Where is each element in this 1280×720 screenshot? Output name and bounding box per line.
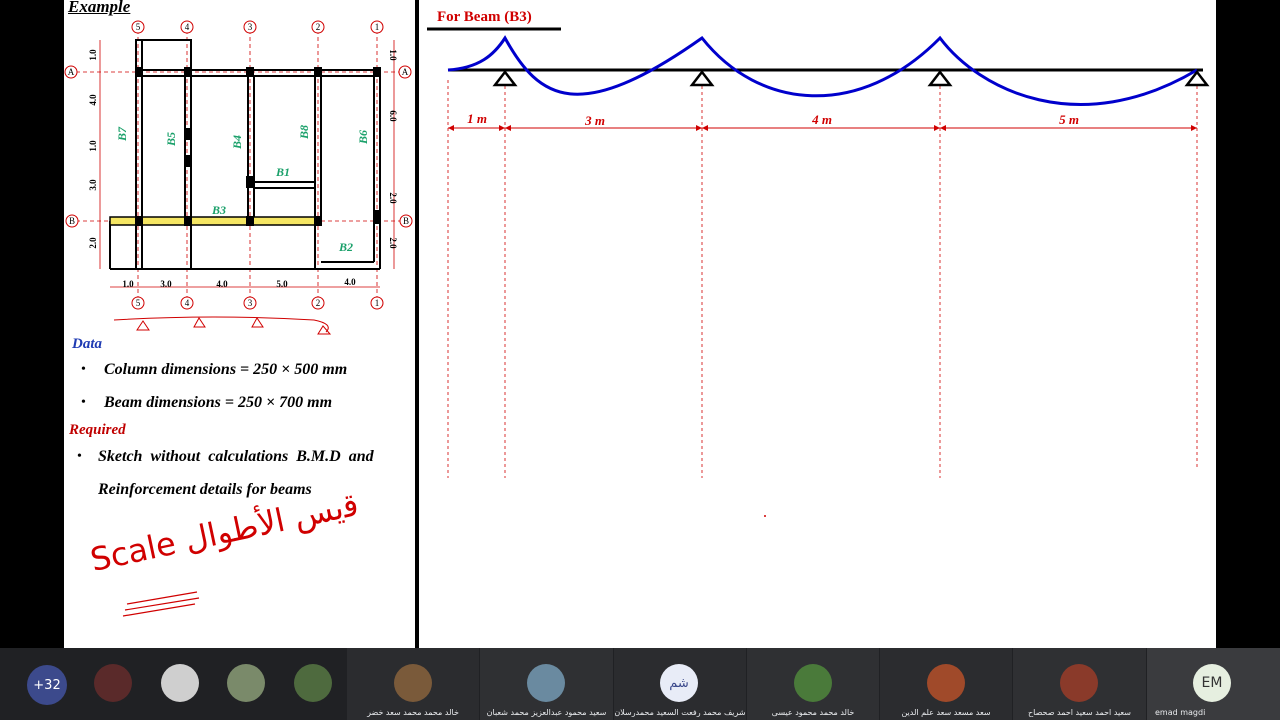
participant-name: emad magdi [1155,708,1206,717]
participant-avatar [794,664,832,702]
slide-right-panel: For Beam (B3) 1 m 3 m 4 m 5 m [419,0,1216,648]
handwritten-beam-sketch [113,316,332,335]
beam-diagram-title: For Beam (B3) [437,9,532,25]
left-dim-2: 4.0 [88,94,98,106]
beam-bmd-diagram: For Beam (B3) 1 m 3 m 4 m 5 m [427,9,1210,517]
bullet-dot: • [81,362,86,377]
participant-tile[interactable]: سعد مسعد سعد علم الدين [880,648,1012,720]
more-participants-button[interactable]: +32 [27,665,67,705]
bottom-dim-2: 3.0 [160,279,172,289]
bottom-dim-5: 4.0 [344,277,356,287]
data-item-columns: Column dimensions = 250 × 500 mm [104,361,348,378]
row-label-a-left: A [68,67,75,77]
participant-tile[interactable]: EM emad magdi [1147,648,1280,720]
beam-label-b3: B3 [211,203,226,217]
handwritten-underline [122,591,200,617]
participant-tile[interactable]: سعيد محمود عبدالعزيز محمد شعبان [480,648,613,720]
bottom-dim-3: 4.0 [216,279,228,289]
participant-tile[interactable]: شم شريف محمد رفعت السعيد محمدرسلان [614,648,746,720]
beam-label-b1: B1 [275,165,290,179]
axis-label-bottom-3: 3 [248,298,253,308]
axis-label-top-2: 2 [316,22,321,32]
required-heading: Required [69,422,126,438]
bottom-dim-1: 1.0 [122,279,134,289]
axis-label-top-3: 3 [248,22,253,32]
row-label-b-left: B [69,216,75,226]
bullet-dot: • [77,449,82,464]
right-dim-4: 2.0 [388,237,398,249]
right-dim-1: 1.0 [388,49,398,61]
beam-label-b2: B2 [338,240,353,254]
axis-label-top-1: 1 [375,22,380,32]
beam-label-b8: B8 [297,125,311,140]
participant-avatar [927,664,965,702]
participant-name: سعيد محمود عبدالعزيز محمد شعبان [486,708,607,717]
axis-label-bottom-2: 2 [316,298,321,308]
span-label-4: 5 m [1059,112,1079,127]
left-dim-3: 1.0 [88,140,98,152]
axis-markers-top [64,20,413,310]
participant-avatar [1060,664,1098,702]
floor-plan: 5 4 3 2 1 5 4 3 2 1 A A B B 1.0 4.0 1.0 … [64,20,413,335]
participant-tile[interactable]: خالد محمد محمود عيسى [747,648,879,720]
right-dim-3: 2.0 [388,192,398,204]
pen-dot [764,515,766,517]
axis-label-bottom-4: 4 [185,298,190,308]
participant-name: خالد محمد محمد سعد خضر [367,708,459,717]
participant-avatar-thumb[interactable] [94,664,132,702]
extension-lines [447,80,1198,478]
participant-name: خالد محمد محمود عيسى [771,708,855,717]
slide-left-panel: 5 4 3 2 1 5 4 3 2 1 A A B B 1.0 4.0 1.0 … [64,0,415,648]
span-label-2: 3 m [584,113,605,128]
right-dim-2: 6.0 [388,110,398,122]
plan-walls [109,39,381,270]
row-label-a-right: A [402,67,409,77]
beam-label-b7: B7 [115,126,129,142]
participant-tile[interactable]: خالد محمد محمد سعد خضر [347,648,479,720]
participant-avatar [394,664,432,702]
axis-label-bottom-5: 5 [136,298,141,308]
left-dim-5: 2.0 [88,237,98,249]
left-dim-4: 3.0 [88,179,98,191]
row-label-b-right: B [403,216,409,226]
participant-avatar-thumb[interactable] [227,664,265,702]
bullet-dot: • [81,395,86,410]
participant-name: سعيد احمد سعيد احمد صحصاح [1027,708,1131,717]
participant-name: سعد مسعد سعد علم الدين [901,708,991,717]
participant-tile[interactable]: سعيد احمد سعيد احمد صحصاح [1013,648,1146,720]
participant-avatar-thumb[interactable] [294,664,332,702]
span-label-1: 1 m [467,111,487,126]
required-line-2: Reinforcement details for beams [98,481,312,498]
beam-supports [492,69,1210,87]
beam-label-b6: B6 [356,130,370,145]
participant-name: شريف محمد رفعت السعيد محمدرسلان [614,708,746,717]
participant-avatar-thumb[interactable] [161,664,199,702]
bottom-dim-4: 5.0 [276,279,288,289]
participant-initials-avatar: شم [660,664,698,702]
beam-label-b5: B5 [164,132,178,147]
beam-label-b4: B4 [230,135,244,150]
data-heading: Data [72,336,102,352]
axis-label-bottom-1: 1 [375,298,380,308]
left-dim-1: 1.0 [88,49,98,61]
participant-avatar [527,664,565,702]
data-item-beams: Beam dimensions = 250 × 700 mm [104,394,333,411]
span-label-3: 4 m [811,112,832,127]
required-line-1: Sketch without calculations B.M.D and [98,448,374,465]
axis-label-top-4: 4 [185,22,190,32]
participant-initials-avatar: EM [1193,664,1231,702]
axis-label-top-5: 5 [136,22,141,32]
example-heading: Example [68,0,131,16]
